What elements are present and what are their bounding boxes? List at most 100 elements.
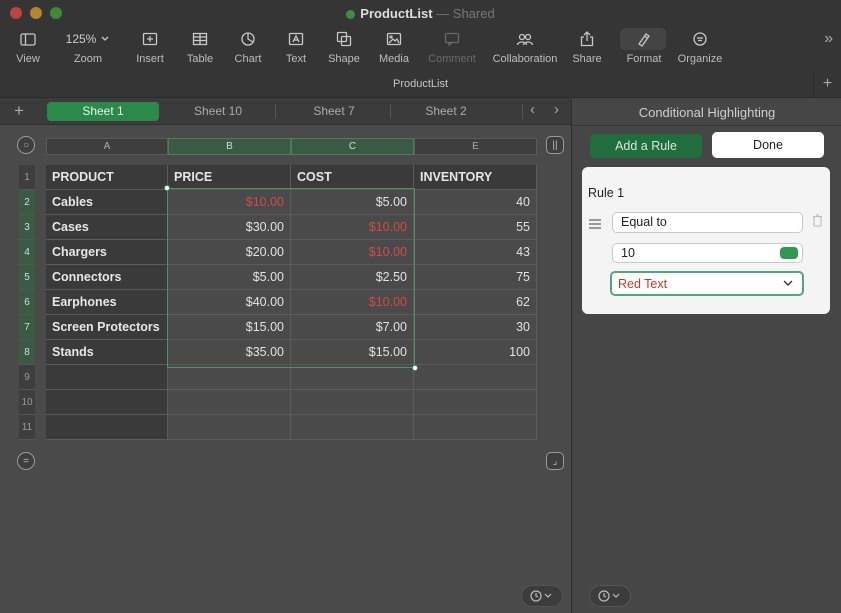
trash-icon[interactable] [812, 214, 823, 232]
organize-icon [693, 32, 707, 46]
cell-cost[interactable]: $10.00 [291, 290, 414, 315]
rule-card: Rule 1 Equal to 10 Red Text [582, 167, 830, 314]
select-table-icon[interactable]: ○ [17, 136, 35, 154]
cell-product[interactable]: Cables [46, 190, 168, 215]
format-button[interactable]: Format [614, 28, 674, 65]
prev-sheet-icon[interactable]: ‹ [530, 101, 535, 118]
cell-cost[interactable]: $2.50 [291, 265, 414, 290]
sheet-options-button[interactable] [521, 585, 563, 607]
cell-inventory[interactable]: 43 [414, 240, 537, 265]
cell-inventory[interactable]: 75 [414, 265, 537, 290]
cell-cost[interactable]: $7.00 [291, 315, 414, 340]
cell-cost[interactable]: $10.00 [291, 240, 414, 265]
cell-price[interactable]: $40.00 [168, 290, 291, 315]
cell-reference-icon[interactable] [780, 247, 798, 259]
toolbar-overflow-icon[interactable]: » [824, 30, 833, 48]
share-icon [580, 31, 594, 47]
row-header-10[interactable]: 10 [19, 390, 35, 415]
media-button[interactable]: Media [364, 28, 424, 65]
comment-button[interactable]: Comment [422, 28, 482, 65]
empty-cell[interactable] [46, 365, 168, 390]
row-header-7[interactable]: 7 [19, 315, 35, 340]
cell-price[interactable]: $35.00 [168, 340, 291, 365]
zoom-value: 125% [65, 32, 97, 46]
cell-cost[interactable]: $15.00 [291, 340, 414, 365]
column-title-product[interactable]: PRODUCT [46, 165, 168, 190]
cell-inventory[interactable]: 100 [414, 340, 537, 365]
column-handle-icon[interactable]: || [546, 136, 564, 154]
row-header-11[interactable]: 11 [19, 415, 35, 440]
shape-icon [336, 31, 352, 47]
cell-cost[interactable]: $10.00 [291, 215, 414, 240]
next-sheet-icon[interactable]: › [554, 101, 559, 118]
cell-price[interactable]: $30.00 [168, 215, 291, 240]
tab-sheet-2[interactable]: Sheet 2 [390, 102, 502, 121]
tab-sheet-10[interactable]: Sheet 10 [162, 102, 274, 121]
done-button[interactable]: Done [712, 132, 824, 158]
column-title-inventory[interactable]: INVENTORY [414, 165, 537, 190]
row-header-4[interactable]: 4 [19, 240, 35, 265]
add-sheet-button[interactable]: + [14, 101, 24, 121]
tab-sheet-1[interactable]: Sheet 1 [47, 102, 159, 121]
cell-product[interactable]: Earphones [46, 290, 168, 315]
cell-product[interactable]: Cases [46, 215, 168, 240]
highlight-style-select[interactable]: Red Text [610, 271, 804, 296]
comment-icon [444, 32, 460, 46]
highlight-style-value: Red Text [618, 277, 668, 291]
media-icon [386, 32, 402, 46]
cell-price[interactable]: $10.00 [168, 190, 291, 215]
empty-cell[interactable] [46, 390, 168, 415]
cell-price[interactable]: $5.00 [168, 265, 291, 290]
cell-inventory[interactable]: 62 [414, 290, 537, 315]
add-panel-button[interactable]: + [813, 72, 841, 98]
condition-field[interactable]: Equal to [612, 212, 803, 233]
cell-inventory[interactable]: 55 [414, 215, 537, 240]
empty-cell[interactable] [414, 390, 537, 415]
column-title-cost[interactable]: COST [291, 165, 414, 190]
tab-sheet-7[interactable]: Sheet 7 [278, 102, 390, 121]
empty-cell[interactable] [168, 365, 291, 390]
empty-cell[interactable] [414, 415, 537, 440]
cell-cost[interactable]: $5.00 [291, 190, 414, 215]
cell-inventory[interactable]: 40 [414, 190, 537, 215]
row-header-1[interactable]: 1 [19, 165, 35, 190]
share-button[interactable]: Share [557, 28, 617, 65]
column-header-c[interactable]: C [291, 138, 414, 155]
value-field[interactable]: 10 [612, 243, 803, 263]
column-header-b[interactable]: B [168, 138, 291, 155]
empty-cell[interactable] [46, 415, 168, 440]
row-handle-icon[interactable]: = [17, 452, 35, 470]
cell-product[interactable]: Stands [46, 340, 168, 365]
panel-options-button[interactable] [589, 585, 631, 607]
drag-handle-icon[interactable] [589, 219, 601, 231]
empty-cell[interactable] [168, 415, 291, 440]
column-title-price[interactable]: PRICE [168, 165, 291, 190]
cell-product[interactable]: Screen Protectors [46, 315, 168, 340]
clock-chevron-icon [598, 590, 620, 602]
empty-cell[interactable] [291, 390, 414, 415]
row-header-5[interactable]: 5 [19, 265, 35, 290]
row-header-6[interactable]: 6 [19, 290, 35, 315]
cell-inventory[interactable]: 30 [414, 315, 537, 340]
zoom-button[interactable]: 125% Zoom [58, 28, 118, 65]
row-header-9[interactable]: 9 [19, 365, 35, 390]
cell-product[interactable]: Chargers [46, 240, 168, 265]
view-button[interactable]: View [0, 28, 58, 65]
column-header-e[interactable]: E [414, 138, 537, 155]
row-header-3[interactable]: 3 [19, 215, 35, 240]
empty-cell[interactable] [291, 415, 414, 440]
organize-button[interactable]: Organize [670, 28, 730, 65]
add-rule-button[interactable]: Add a Rule [590, 134, 702, 158]
resize-table-icon[interactable]: ⌟ [546, 452, 564, 470]
collaboration-button[interactable]: Collaboration [482, 28, 568, 65]
column-header-a[interactable]: A [46, 138, 168, 155]
cell-product[interactable]: Connectors [46, 265, 168, 290]
row-header-8[interactable]: 8 [19, 340, 35, 365]
row-header-2[interactable]: 2 [19, 190, 35, 215]
empty-cell[interactable] [291, 365, 414, 390]
cell-price[interactable]: $20.00 [168, 240, 291, 265]
empty-cell[interactable] [414, 365, 537, 390]
cell-price[interactable]: $15.00 [168, 315, 291, 340]
empty-cell[interactable] [168, 390, 291, 415]
document-subtitle: ProductList [392, 78, 449, 90]
